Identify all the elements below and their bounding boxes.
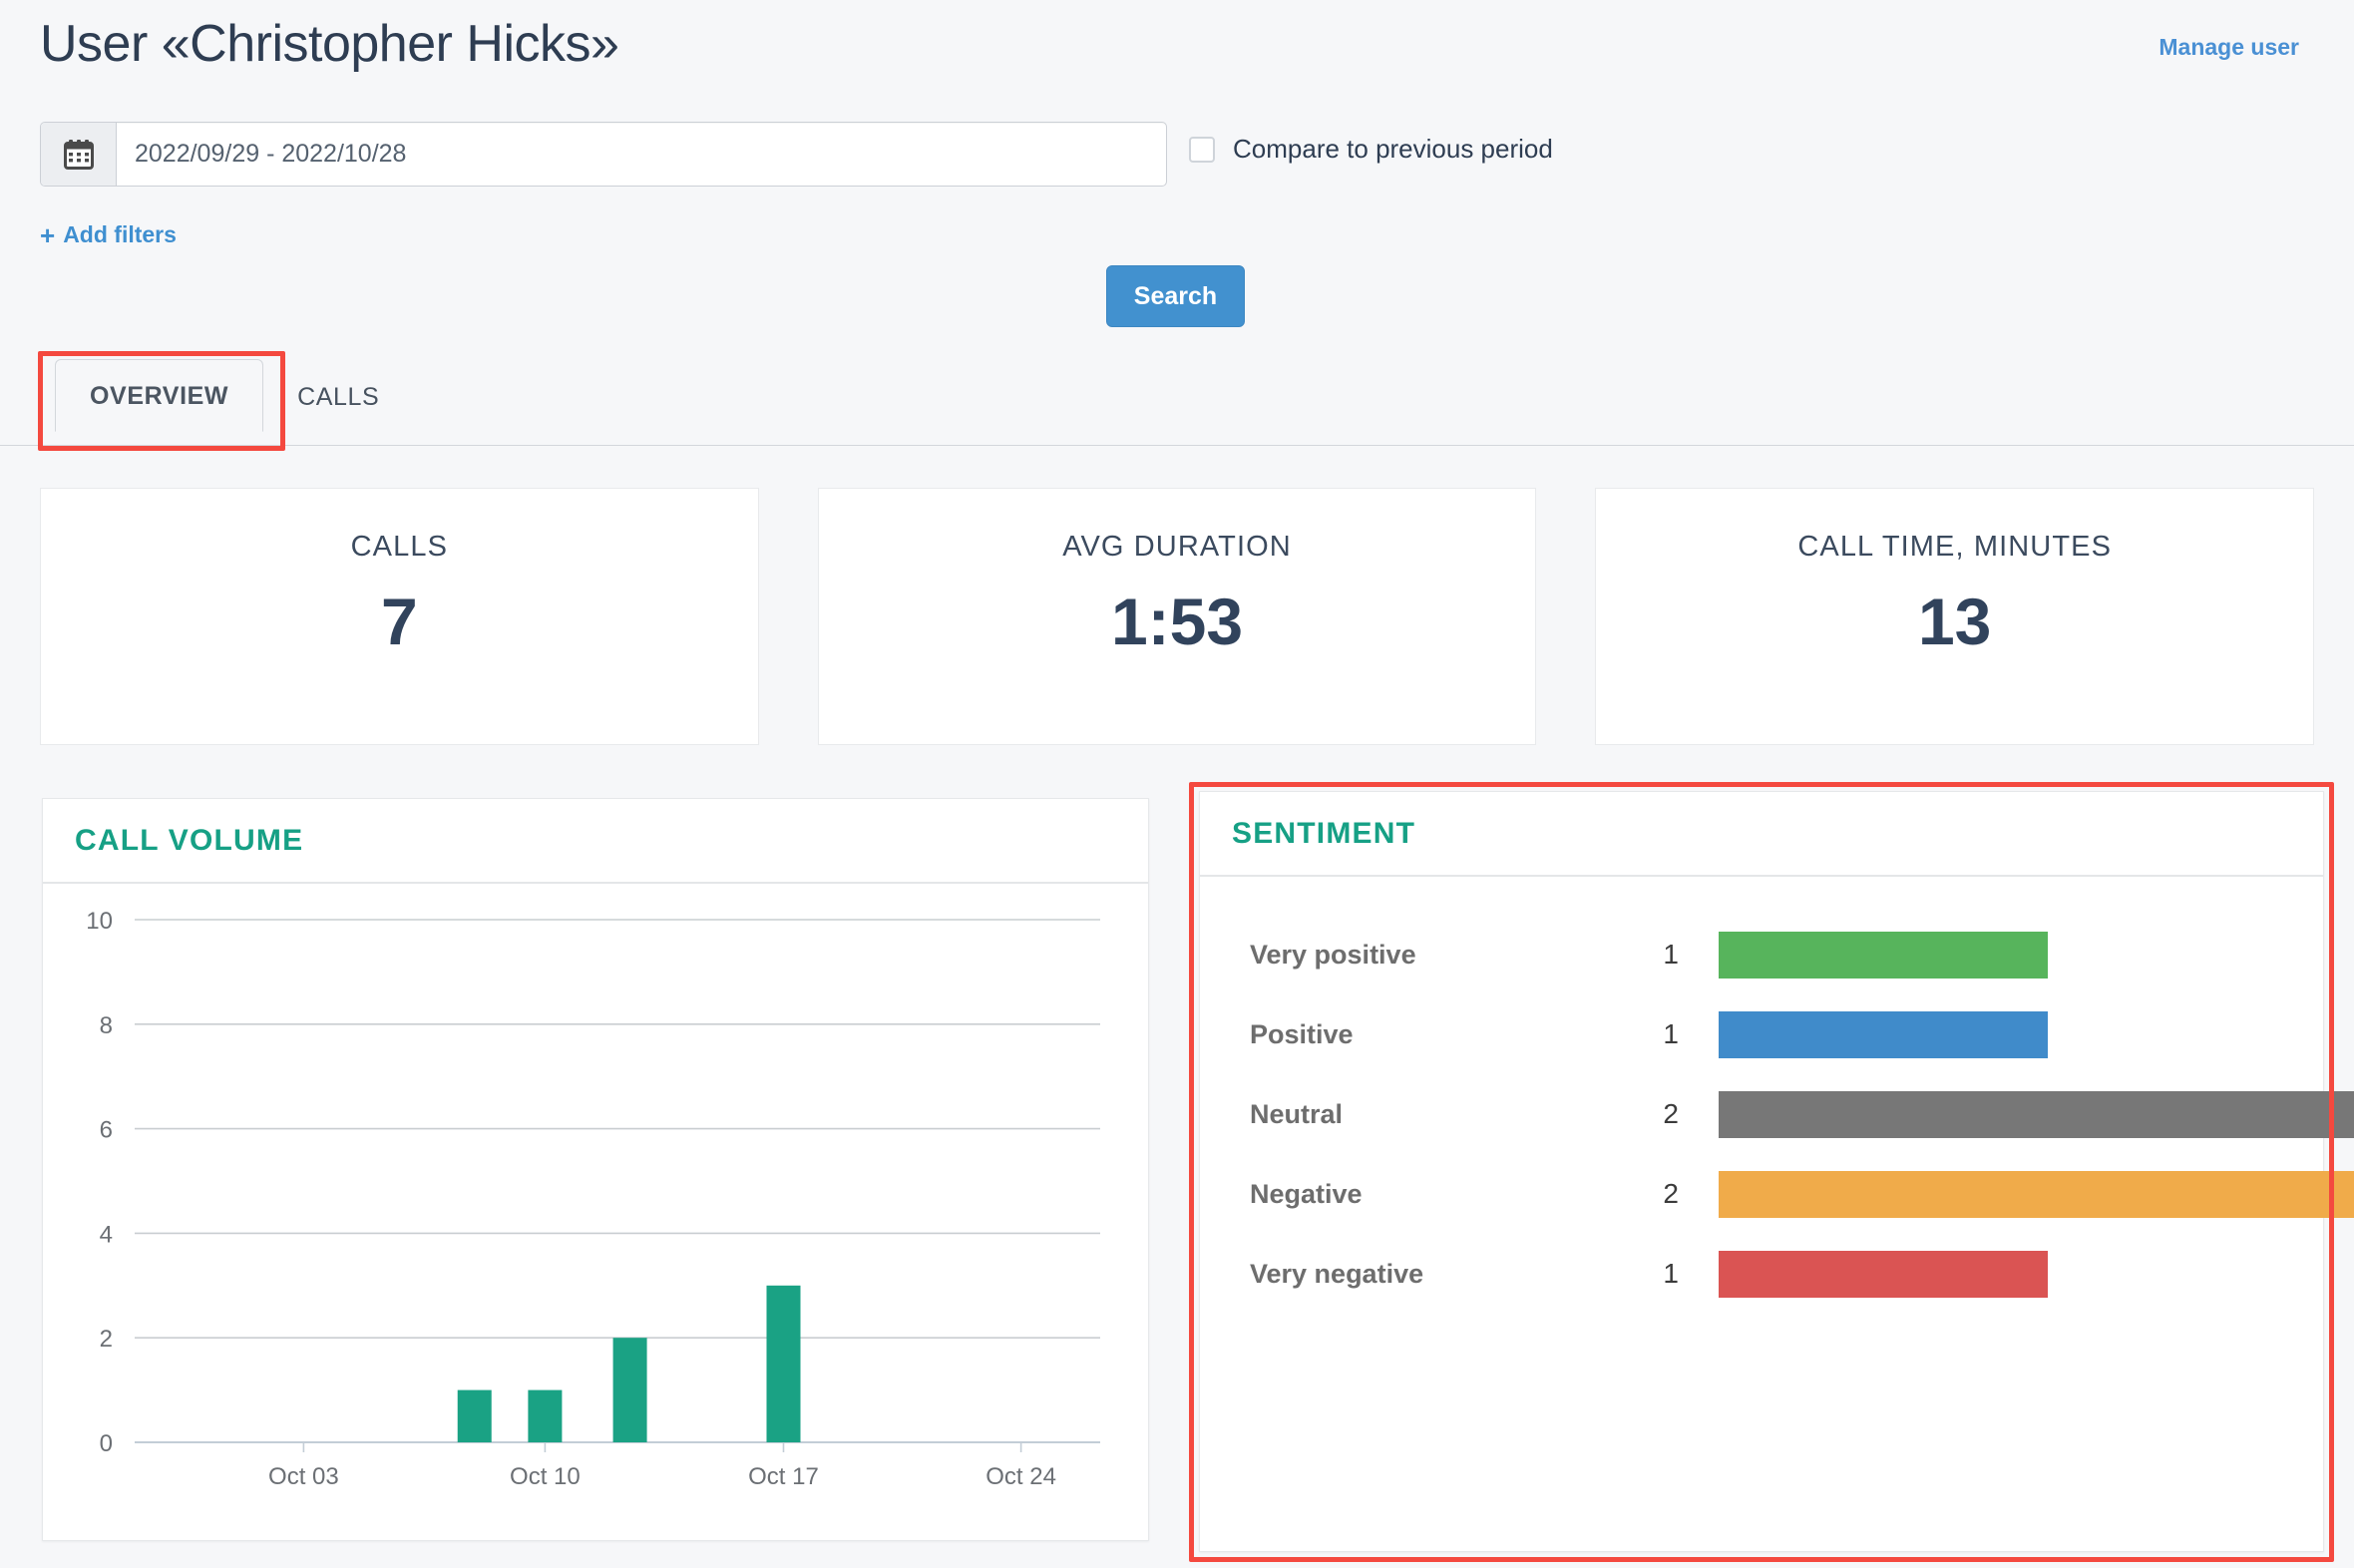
sentiment-row-count: 1 <box>1663 1258 1679 1289</box>
sentiment-body: Very positive 1 Positive 1 Neutral 2 Negative 2… <box>1200 877 2354 1551</box>
stat-value: 13 <box>1917 585 1992 658</box>
add-filters-label: Add filters <box>63 221 177 247</box>
stat-label: AVG DURATION <box>1062 531 1292 563</box>
x-axis-tick-label: Oct 03 <box>268 1463 339 1490</box>
sentiment-row-label: Very negative <box>1250 1258 1424 1289</box>
add-filters-link[interactable]: + Add filters <box>40 221 177 248</box>
sentiment-bar <box>1719 1250 2048 1298</box>
y-axis-tick-label: 10 <box>86 908 113 935</box>
call-volume-chart-svg: 0 2 4 6 8 10 Oct 03 Oct 10 Oct 17 Oct 24 <box>86 908 1100 1490</box>
stat-value: 7 <box>380 585 418 658</box>
stat-label: CALLS <box>350 531 449 563</box>
sentiment-bar <box>1719 931 2048 979</box>
compare-checkbox[interactable] <box>1189 136 1215 163</box>
sentiment-row-count: 1 <box>1663 1018 1679 1049</box>
manage-user-link[interactable]: Manage user <box>2158 34 2299 61</box>
stat-card-calls: CALLS 7 <box>40 488 759 745</box>
sentiment-row: Very negative 1 <box>1200 1234 2323 1314</box>
x-axis-tick-label: Oct 24 <box>985 1463 1056 1490</box>
stat-card-call-time-minutes: CALL TIME, MINUTES 13 <box>1595 488 2315 745</box>
sentiment-bar <box>1719 1090 2354 1138</box>
sentiment-row-label: Positive <box>1250 1018 1354 1049</box>
y-axis-tick-label: 6 <box>100 1117 113 1144</box>
call-volume-bar <box>766 1285 801 1442</box>
date-range-input[interactable] <box>117 123 1166 186</box>
sentiment-bar-cell <box>1719 1250 2323 1298</box>
sentiment-row: Negative 2 <box>1200 1154 2354 1234</box>
page-title: User «Christopher Hicks» <box>40 15 619 73</box>
sentiment-panel: SENTIMENT Very positive 1 Positive 1 Neutral… <box>1199 791 2354 1552</box>
search-button[interactable]: Search <box>1106 265 1245 327</box>
call-volume-header: CALL VOLUME <box>43 799 1148 884</box>
tabs-underline <box>0 444 2354 446</box>
calendar-addon[interactable] <box>41 123 117 186</box>
call-volume-bar <box>457 1389 492 1442</box>
x-axis-tick-label: Oct 17 <box>748 1463 819 1490</box>
date-range-group[interactable] <box>40 122 1167 187</box>
sentiment-title: SENTIMENT <box>1232 816 1416 850</box>
x-axis-tick-label: Oct 10 <box>510 1463 581 1490</box>
sentiment-row: Neutral 2 <box>1200 1074 2354 1154</box>
sentiment-header: SENTIMENT <box>1200 792 2323 877</box>
tab-overview[interactable]: OVERVIEW <box>55 359 264 432</box>
sentiment-row: Positive 1 <box>1200 994 2323 1074</box>
compare-label: Compare to previous period <box>1233 134 1553 164</box>
sentiment-bar <box>1719 1170 2354 1218</box>
tab-bar: OVERVIEW CALLS <box>55 359 413 432</box>
sentiment-row-label: Neutral <box>1250 1098 1344 1129</box>
stat-value: 1:53 <box>1110 585 1244 658</box>
sentiment-bar-list: Very positive 1 Positive 1 Neutral 2 Negative 2… <box>1200 877 2354 1314</box>
y-axis-tick-label: 8 <box>100 1012 113 1039</box>
call-volume-chart: 0 2 4 6 8 10 Oct 03 Oct 10 Oct 17 Oct 24 <box>43 884 1148 1540</box>
call-volume-panel: CALL VOLUME 0 2 4 6 8 10 Oct 03 Oct 10 Oct 17 Oct… <box>42 798 1149 1541</box>
y-axis-tick-label: 2 <box>100 1326 113 1353</box>
y-axis-tick-label: 0 <box>100 1430 113 1457</box>
sentiment-row: Very positive 1 <box>1200 915 2323 994</box>
stat-card-avg-duration: AVG DURATION 1:53 <box>817 488 1537 745</box>
tab-calls[interactable]: CALLS <box>263 361 413 432</box>
call-volume-bar <box>528 1389 563 1442</box>
call-volume-title: CALL VOLUME <box>75 823 304 857</box>
sentiment-bar-cell <box>1719 1090 2354 1138</box>
sentiment-bar-cell <box>1719 1010 2323 1058</box>
stat-label: CALL TIME, MINUTES <box>1797 531 2113 563</box>
y-axis-tick-label: 4 <box>100 1221 113 1248</box>
stat-card-row: CALLS 7 AVG DURATION 1:53 CALL TIME, MIN… <box>40 488 2315 745</box>
compare-previous-period-toggle[interactable]: Compare to previous period <box>1189 134 1553 165</box>
sentiment-row-count: 2 <box>1663 1098 1679 1129</box>
call-volume-bar <box>612 1338 647 1442</box>
sentiment-row-count: 1 <box>1663 939 1679 970</box>
sentiment-bar-cell <box>1719 931 2323 979</box>
sentiment-row-count: 2 <box>1663 1178 1679 1209</box>
calendar-icon <box>63 139 94 171</box>
plus-icon: + <box>40 219 56 250</box>
sentiment-bar <box>1719 1010 2048 1058</box>
sentiment-bar-cell <box>1719 1170 2354 1218</box>
call-volume-body: 0 2 4 6 8 10 Oct 03 Oct 10 Oct 17 Oct 24 <box>43 884 1148 1540</box>
sentiment-row-label: Negative <box>1250 1178 1363 1209</box>
sentiment-row-label: Very positive <box>1250 939 1416 970</box>
